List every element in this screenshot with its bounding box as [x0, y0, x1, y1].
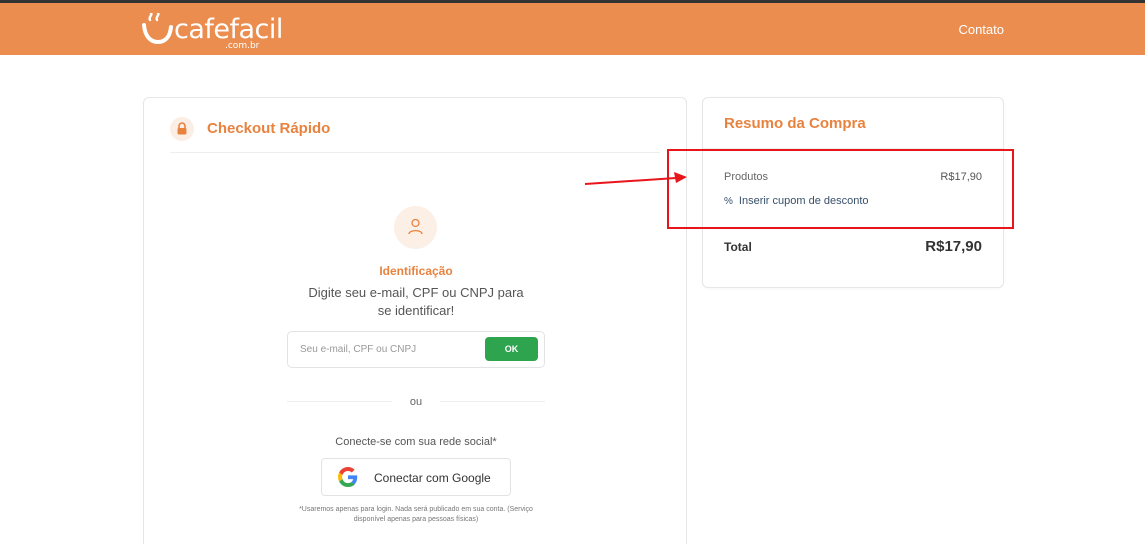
checkout-title: Checkout Rápido	[207, 120, 331, 137]
user-icon	[408, 218, 423, 235]
lock-icon	[177, 122, 187, 135]
login-disclaimer: *Usaremos apenas para login. Nada será p…	[299, 506, 533, 523]
logo-domain: .com.br	[225, 41, 260, 51]
total-value: R$17,90	[925, 238, 982, 255]
checkout-card: Checkout Rápido Identificação Digite seu…	[143, 97, 687, 544]
site-header: cafefacil .com.br Contato	[0, 3, 1145, 55]
total-label: Total	[724, 240, 752, 254]
google-login-label: Conectar com Google	[374, 471, 491, 485]
summary-title: Resumo da Compra	[724, 115, 866, 132]
divider	[170, 152, 660, 153]
user-badge	[394, 206, 437, 249]
lock-badge	[170, 117, 194, 141]
identification-description: Digite seu e-mail, CPF ou CNPJ para se i…	[308, 285, 524, 318]
social-login-label: Conecte-se com sua rede social*	[335, 436, 497, 448]
identification-input-group: OK	[287, 331, 545, 368]
ok-button[interactable]: OK	[485, 337, 538, 361]
nav-link-contato[interactable]: Contato	[958, 22, 1004, 37]
annotation-arrow-icon	[584, 172, 687, 185]
google-icon	[338, 467, 358, 487]
identification-input[interactable]	[289, 333, 479, 366]
divider	[440, 401, 545, 402]
site-logo[interactable]: cafefacil .com.br	[141, 11, 283, 51]
google-login-button[interactable]: Conectar com Google	[321, 458, 511, 496]
coffee-cup-icon	[142, 13, 173, 45]
annotation-highlight-box	[667, 149, 1014, 229]
or-separator: ou	[409, 396, 423, 408]
identification-title: Identificação	[379, 264, 453, 278]
